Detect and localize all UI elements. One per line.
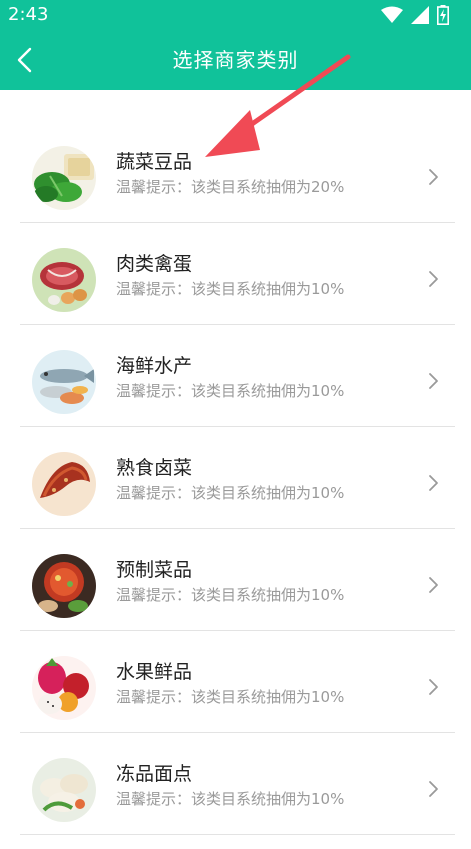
signal-icon [411,6,429,24]
category-name: 水果鲜品 [116,661,193,683]
category-hint: 温馨提示：该类目系统抽佣为10% [116,484,345,502]
category-name: 预制菜品 [116,559,193,581]
page-title: 选择商家类别 [172,48,299,72]
category-row-seafood[interactable]: 海鲜水产 温馨提示：该类目系统抽佣为10% [0,325,471,427]
status-bar: 2:43 [0,0,471,30]
category-hint: 温馨提示：该类目系统抽佣为10% [116,688,345,706]
category-name: 冻品面点 [116,763,193,785]
category-name: 海鲜水产 [116,355,193,377]
category-row-cooked-food[interactable]: 熟食卤菜 温馨提示：该类目系统抽佣为10% [0,427,471,529]
cooked-food-image [32,452,96,516]
frozen-dough-image [32,758,96,822]
category-list: 蔬菜豆品 温馨提示：该类目系统抽佣为20% 肉类禽蛋 温馨提示：该类目系统抽佣为… [0,121,471,835]
divider [20,834,455,835]
category-hint: 温馨提示：该类目系统抽佣为10% [116,586,345,604]
meat-eggs-image [32,248,96,312]
category-hint: 温馨提示：该类目系统抽佣为20% [116,178,345,196]
category-name: 蔬菜豆品 [116,151,193,173]
category-hint: 温馨提示：该类目系统抽佣为10% [116,382,345,400]
category-row-meat-eggs[interactable]: 肉类禽蛋 温馨提示：该类目系统抽佣为10% [0,223,471,325]
chevron-right-icon [429,169,438,185]
prepared-dishes-image [32,554,96,618]
category-name: 熟食卤菜 [116,457,193,479]
wifi-icon [381,6,403,23]
category-row-frozen-dough[interactable]: 冻品面点 温馨提示：该类目系统抽佣为10% [0,733,471,835]
status-icons [381,5,449,25]
seafood-image [32,350,96,414]
chevron-right-icon [429,781,438,797]
battery-charging-icon [437,5,449,25]
category-row-prepared-dishes[interactable]: 预制菜品 温馨提示：该类目系统抽佣为10% [0,529,471,631]
vegetables-image [32,146,96,210]
category-hint: 温馨提示：该类目系统抽佣为10% [116,280,345,298]
chevron-right-icon [429,679,438,695]
category-name: 肉类禽蛋 [116,253,193,275]
chevron-right-icon [429,475,438,491]
category-row-vegetables[interactable]: 蔬菜豆品 温馨提示：该类目系统抽佣为20% [0,121,471,223]
chevron-right-icon [429,577,438,593]
app-bar: 选择商家类别 [0,30,471,90]
chevron-right-icon [429,373,438,389]
category-row-fruit[interactable]: 水果鲜品 温馨提示：该类目系统抽佣为10% [0,631,471,733]
chevron-right-icon [429,271,438,287]
fruit-image [32,656,96,720]
category-hint: 温馨提示：该类目系统抽佣为10% [116,790,345,808]
status-time: 2:43 [8,4,49,25]
